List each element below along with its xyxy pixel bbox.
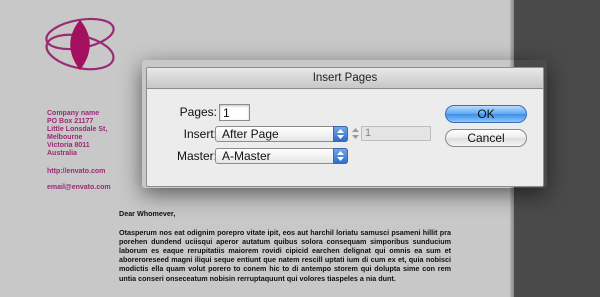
master-label: Master: [176,149,217,163]
address-line: Australia [47,150,77,157]
pages-label: Pages: [179,105,217,119]
letter-body: Otasperum nos eat odignim porepro vitate… [119,228,451,283]
insert-position-value: After Page [222,127,279,141]
letter-greeting: Dear Whomever, [119,209,176,218]
company-info: Company name PO Box 21177 Little Lonsdal… [47,110,111,192]
insert-position-select[interactable]: After Page [215,126,348,142]
pages-input[interactable]: 1 [219,104,250,121]
page-stepper-icon[interactable] [350,126,361,141]
insert-label: Insert: [183,127,217,141]
select-arrows-icon [333,148,348,164]
master-value: A-Master [222,149,271,163]
address-line: Victoria 8011 [47,142,90,149]
company-url: http://envato.com [47,168,106,175]
dialog-title: Insert Pages [147,68,543,89]
company-logo [45,17,115,71]
insert-pages-dialog: Insert Pages Pages: 1 Insert: After Page… [146,67,544,187]
address-line: PO Box 21177 [47,118,94,125]
letter: Dear Whomever, Otasperum nos eat odignim… [119,209,451,283]
insert-page-number-field[interactable]: 1 [361,126,431,141]
select-arrows-icon [333,126,348,142]
address-line: Melbourne [47,134,83,141]
ok-button[interactable]: OK [445,105,527,123]
company-name: Company name [47,110,100,117]
master-select[interactable]: A-Master [215,148,348,164]
address-line: Little Lonsdale St, [47,126,108,133]
cancel-button[interactable]: Cancel [445,129,527,147]
company-email: email@envato.com [47,184,111,191]
